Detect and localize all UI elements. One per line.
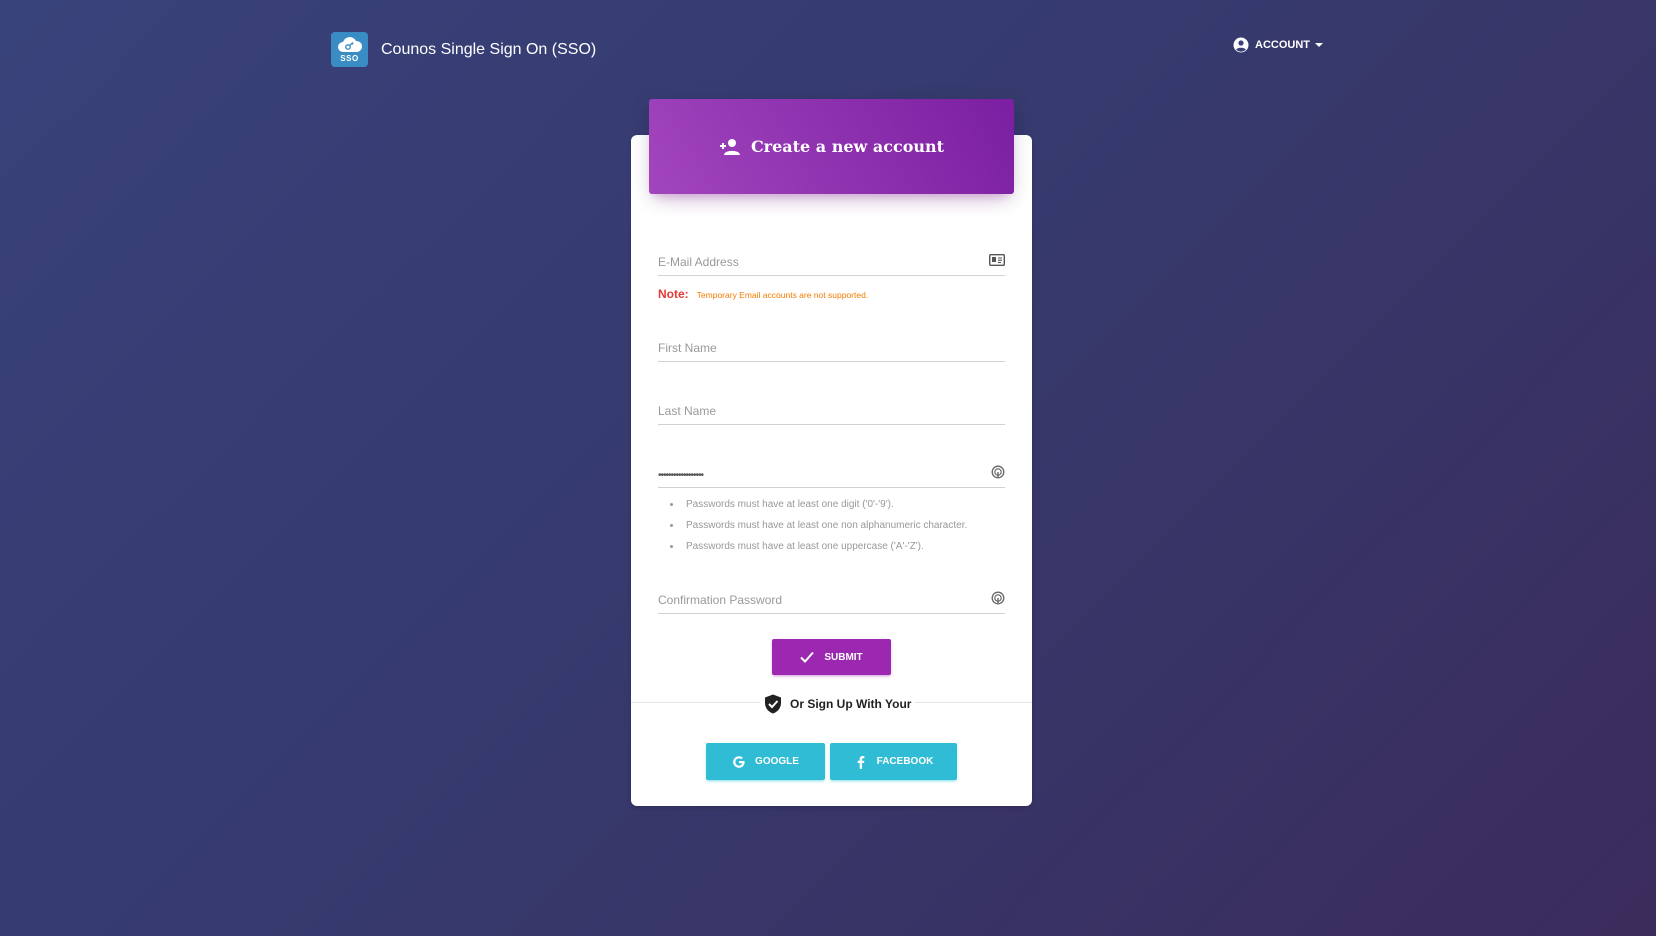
check-icon [800,651,815,663]
fingerprint-icon[interactable] [991,591,1005,605]
caret-down-icon [1315,43,1323,47]
app-title: Counos Single Sign On (SSO) [381,40,597,58]
note-label: Note: [658,287,689,301]
last-name-field-wrapper [658,385,1005,425]
facebook-icon [857,755,865,769]
first-name-field-wrapper [658,322,1005,362]
brand[interactable]: SSO Counos Single Sign On (SSO) [331,32,596,67]
account-circle-icon [1233,37,1249,53]
password-rule: Passwords must have at least one upperca… [682,540,967,561]
password-input[interactable] [658,470,978,481]
email-input[interactable] [658,255,978,269]
facebook-signup-button[interactable]: FACEBOOK [830,743,957,780]
submit-button[interactable]: SUBMIT [772,639,891,675]
id-card-icon [989,254,1005,266]
email-field-wrapper [658,236,1005,276]
divider-text: Or Sign Up With Your [790,697,912,711]
password-field-wrapper [658,448,1005,488]
submit-label: SUBMIT [824,651,863,663]
sso-logo: SSO [331,32,368,67]
password-rule: Passwords must have at least one digit (… [682,498,967,519]
card-title: Create a new account [750,137,945,156]
confirm-password-field-wrapper [658,574,1005,614]
navbar: SSO Counos Single Sign On (SSO) ACCOUNT [0,0,1656,100]
cloud-key-icon [337,36,362,52]
email-note: Note: Temporary Email accounts are not s… [658,287,868,301]
verified-shield-icon [765,694,781,714]
password-rules: Passwords must have at least one digit (… [682,498,967,561]
note-text: Temporary Email accounts are not support… [696,290,869,300]
facebook-label: FACEBOOK [876,756,934,767]
logo-text: SSO [340,53,359,63]
fingerprint-icon[interactable] [991,465,1005,479]
social-divider: Or Sign Up With Your [760,694,916,714]
account-dropdown[interactable]: ACCOUNT [1233,37,1323,53]
google-label: GOOGLE [755,756,799,767]
divider-line-right [905,702,1032,703]
card-header: Create a new account [649,99,1014,194]
first-name-input[interactable] [658,341,978,355]
password-rule: Passwords must have at least one non alp… [682,519,967,540]
google-icon [733,755,745,768]
confirm-password-input[interactable] [658,593,978,607]
google-signup-button[interactable]: GOOGLE [706,743,825,780]
divider-line-left [631,702,761,703]
last-name-input[interactable] [658,404,978,418]
person-add-icon [719,138,740,155]
account-label: ACCOUNT [1255,39,1310,51]
